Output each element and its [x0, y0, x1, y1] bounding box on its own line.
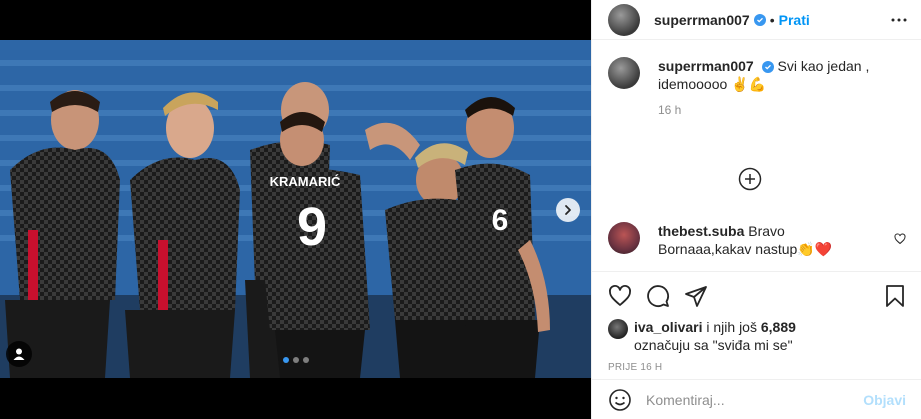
like-comment-button[interactable]	[894, 232, 906, 250]
follow-button[interactable]: Prati	[779, 12, 810, 28]
bookmark-icon	[886, 285, 904, 307]
carousel-indicators	[0, 357, 591, 363]
more-options-button[interactable]	[891, 18, 907, 22]
author-username[interactable]: superrman007	[654, 12, 750, 28]
posted-time[interactable]: PRIJE 16 H	[608, 362, 906, 373]
post-photo[interactable]: 9 KRAMARIĆ 6	[0, 40, 591, 378]
smiley-icon	[609, 388, 631, 411]
caption-author-avatar[interactable]	[608, 57, 640, 89]
jersey-number-9: 9	[297, 197, 327, 257]
comments-section: superrman007 Svi kao jedan , idemooooo ✌…	[592, 41, 921, 271]
likes-suffix: označuju sa "sviđa mi se"	[634, 337, 793, 353]
caption-row: superrman007 Svi kao jedan , idemooooo ✌…	[608, 57, 906, 93]
comment-input[interactable]	[646, 391, 846, 408]
verified-badge-icon	[761, 61, 774, 73]
caption-username[interactable]: superrman007	[658, 58, 754, 74]
verified-badge-icon	[753, 13, 766, 26]
post-header: superrman007 • Prati	[592, 0, 921, 40]
likes-count[interactable]: 6,889	[761, 319, 796, 335]
comment-bubble-icon	[647, 285, 669, 307]
like-button[interactable]	[608, 284, 632, 308]
save-button[interactable]	[884, 284, 906, 308]
likes-summary: iva_olivari i njih još 6,889 označuju sa…	[608, 318, 906, 354]
jersey-name-kramaric: KRAMARIĆ	[270, 174, 341, 189]
tagged-users-button[interactable]	[6, 341, 32, 367]
comment-button[interactable]	[646, 284, 670, 308]
caption-time[interactable]: 16 h	[658, 103, 906, 117]
emoji-button[interactable]	[608, 388, 632, 412]
comment-item: thebest.suba Bravo Bornaaa,kakav nastup👏…	[608, 222, 906, 258]
share-button[interactable]	[684, 284, 708, 308]
heart-outline-icon	[609, 285, 631, 306]
liker-username[interactable]: iva_olivari	[634, 319, 703, 335]
separator-dot: •	[769, 11, 775, 28]
chevron-right-icon	[565, 205, 571, 215]
action-icons-row	[608, 278, 906, 314]
post-actions: iva_olivari i njih još 6,889 označuju sa…	[592, 271, 921, 373]
post-side-panel: superrman007 • Prati superrman007 Svi ka…	[591, 0, 921, 419]
commenter-username[interactable]: thebest.suba	[658, 223, 744, 239]
likes-connector: i njih još	[702, 319, 761, 335]
carousel-dot-2	[292, 357, 299, 363]
post-modal: 9 KRAMARIĆ 6 superrman007 • Prati superr…	[0, 0, 921, 419]
carousel-dot-1	[282, 357, 289, 363]
more-horizontal-icon	[891, 18, 907, 21]
author-avatar[interactable]	[608, 3, 640, 36]
comment-body: thebest.suba Bravo Bornaaa,kakav nastup👏…	[658, 222, 878, 258]
team-celebration-image: 9 KRAMARIĆ 6	[0, 40, 591, 378]
media-area: 9 KRAMARIĆ 6	[0, 0, 591, 419]
caption: superrman007 Svi kao jedan , idemooooo ✌…	[658, 57, 898, 93]
carousel-dot-3	[302, 357, 309, 363]
jersey-number-6: 6	[492, 204, 509, 237]
add-comment-bar: Objavi	[592, 379, 921, 419]
heart-outline-icon	[894, 233, 906, 245]
load-more-comments-button[interactable]	[738, 167, 762, 191]
paper-plane-icon	[685, 286, 707, 307]
liker-avatar[interactable]	[608, 319, 628, 339]
plus-circle-icon	[738, 167, 762, 191]
post-comment-button[interactable]: Objavi	[863, 392, 906, 408]
next-slide-button[interactable]	[556, 198, 580, 222]
commenter-avatar[interactable]	[608, 222, 640, 254]
